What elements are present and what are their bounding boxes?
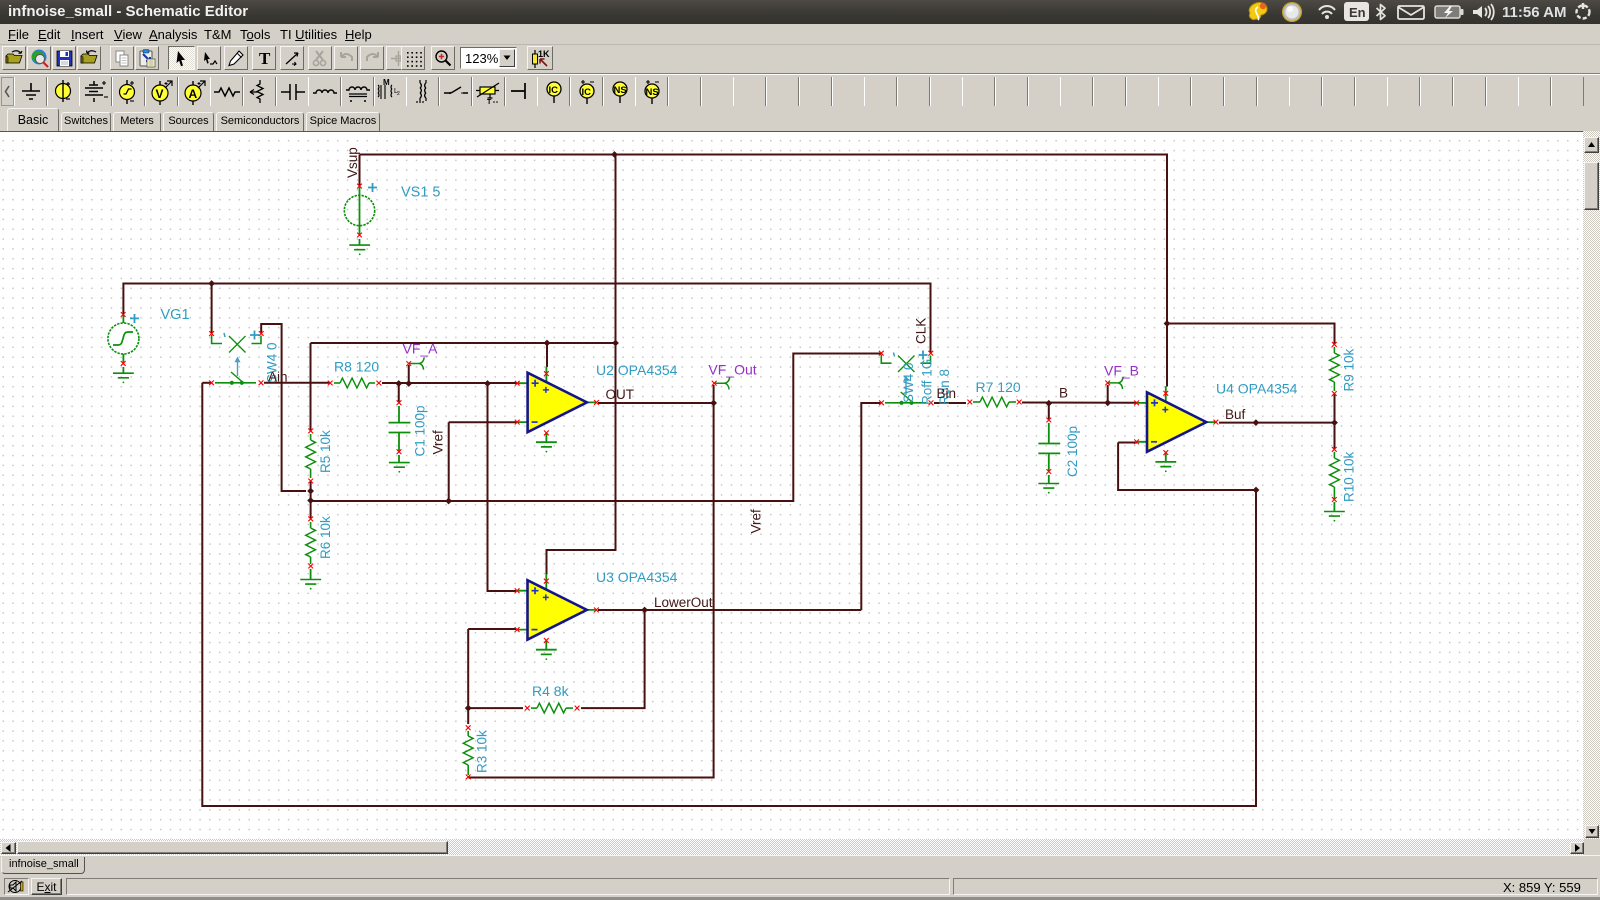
svg-text:C2 100p: C2 100p bbox=[1065, 426, 1080, 477]
svg-text:Ain: Ain bbox=[268, 370, 288, 385]
svg-text:T: T bbox=[487, 99, 492, 106]
svg-text:IC: IC bbox=[582, 87, 592, 98]
svg-text:R7 120: R7 120 bbox=[976, 379, 1021, 395]
svg-text:V: V bbox=[156, 87, 164, 101]
svg-text:VF_A: VF_A bbox=[403, 341, 439, 357]
svg-text:B: B bbox=[1059, 386, 1068, 401]
svg-text:VS1 5: VS1 5 bbox=[401, 185, 441, 201]
svg-text:R3 10k: R3 10k bbox=[475, 730, 490, 773]
svg-text:U4 OPA4354: U4 OPA4354 bbox=[1216, 381, 1298, 397]
svg-text:11:56 AM: 11:56 AM bbox=[1502, 4, 1566, 21]
svg-text:Vref: Vref bbox=[431, 430, 446, 455]
svg-text:NS: NS bbox=[614, 85, 627, 96]
svg-text:M: M bbox=[383, 78, 390, 87]
svg-text:R10 10k: R10 10k bbox=[1342, 451, 1357, 502]
svg-text:IC: IC bbox=[549, 85, 559, 96]
svg-text:OUT: OUT bbox=[606, 387, 635, 402]
svg-text:Vref: Vref bbox=[748, 509, 763, 534]
svg-text:R5 10k: R5 10k bbox=[318, 430, 333, 473]
svg-text:2: 2 bbox=[397, 91, 400, 97]
svg-text:T: T bbox=[259, 49, 271, 68]
svg-text:VF_B: VF_B bbox=[1104, 363, 1139, 379]
svg-text:VG1: VG1 bbox=[161, 307, 190, 323]
svg-text:1K: 1K bbox=[538, 49, 550, 59]
svg-text:CLK: CLK bbox=[914, 318, 929, 344]
svg-text:U3 OPA4354: U3 OPA4354 bbox=[596, 569, 678, 585]
svg-text:R9 10k: R9 10k bbox=[1342, 348, 1357, 391]
svg-text:Vsup: Vsup bbox=[345, 147, 360, 178]
svg-text:A: A bbox=[189, 87, 198, 101]
svg-text:R8 120: R8 120 bbox=[334, 359, 379, 375]
svg-text:En: En bbox=[1349, 5, 1366, 20]
svg-text:R6 10k: R6 10k bbox=[318, 516, 333, 559]
svg-text:LowerOut: LowerOut bbox=[654, 595, 713, 610]
svg-text:SW4 0: SW4 0 bbox=[901, 362, 916, 403]
svg-text:Buf: Buf bbox=[1225, 407, 1246, 422]
svg-text:C1 100p: C1 100p bbox=[413, 405, 428, 456]
svg-text:U2 OPA4354: U2 OPA4354 bbox=[596, 362, 678, 378]
svg-text:NS: NS bbox=[646, 87, 659, 98]
svg-text:R4 8k: R4 8k bbox=[532, 683, 570, 699]
svg-text:Bin: Bin bbox=[937, 386, 957, 401]
svg-text:Roff 1G: Roff 1G bbox=[920, 359, 935, 405]
svg-text:VF_Out: VF_Out bbox=[708, 362, 756, 378]
